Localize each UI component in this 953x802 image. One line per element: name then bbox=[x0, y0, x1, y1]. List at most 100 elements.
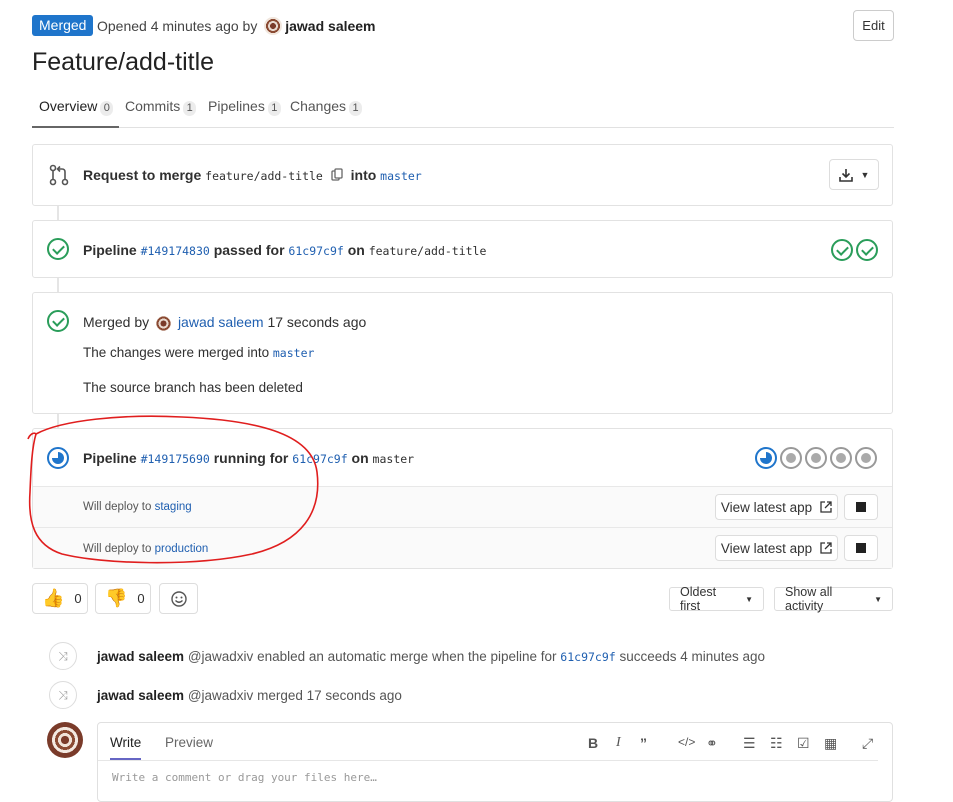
bullet-list-icon[interactable]: ☰ bbox=[743, 735, 756, 752]
stage-pending-icon[interactable] bbox=[805, 447, 827, 469]
merged-prefix: Merged by bbox=[83, 314, 150, 330]
tab-label: Changes bbox=[290, 98, 347, 114]
button-label: View latest app bbox=[720, 499, 813, 515]
timeline-connector bbox=[57, 278, 59, 293]
system-note: jawad saleem @jawadxiv enabled an automa… bbox=[97, 649, 765, 664]
sort-order-dropdown[interactable]: Oldest first ▼ bbox=[669, 585, 764, 613]
pipeline-text: Pipeline #149174830 passed for 61c97c9f … bbox=[83, 242, 486, 258]
note-handle[interactable]: @jawadxiv bbox=[188, 688, 253, 703]
add-reaction-button[interactable] bbox=[159, 583, 198, 614]
avatar[interactable] bbox=[264, 17, 283, 35]
activity-filter-label: Show all activity bbox=[785, 585, 833, 613]
merge-request-icon: ⤨ bbox=[49, 642, 77, 670]
merge-request-widget: Request to merge feature/add-title into … bbox=[32, 144, 893, 206]
thumbs-up-icon: 👍 bbox=[42, 588, 65, 608]
pipeline-status-text: passed for bbox=[213, 242, 285, 258]
tab-commits[interactable]: Commits 1 bbox=[125, 88, 197, 128]
avatar[interactable] bbox=[47, 722, 83, 758]
note-text-after: succeeds 4 minutes ago bbox=[619, 649, 766, 664]
merge-prefix: Request to merge bbox=[83, 167, 202, 183]
pipeline-widget-passed: Pipeline #149174830 passed for 61c97c9f … bbox=[32, 220, 893, 278]
thumbs-up-button[interactable]: 👍 0 bbox=[32, 583, 88, 614]
opened-info: Opened 4 minutes ago by jawad saleem bbox=[97, 17, 376, 35]
pipeline-branch[interactable]: feature/add-title bbox=[369, 244, 487, 258]
edit-button[interactable]: Edit bbox=[853, 10, 894, 41]
button-label: View latest app bbox=[720, 540, 813, 556]
comment-textarea[interactable]: Write a comment or drag your files here… bbox=[112, 771, 377, 784]
merge-into: into bbox=[350, 167, 377, 183]
merged-user-link[interactable]: jawad saleem bbox=[178, 314, 264, 330]
tab-overview[interactable]: Overview 0 bbox=[32, 88, 120, 128]
stage-success-icon[interactable] bbox=[831, 239, 853, 261]
comment-editor: Write Preview Write a comment or drag yo… bbox=[97, 722, 893, 802]
note-author[interactable]: jawad saleem bbox=[97, 649, 184, 664]
merged-widget: Merged by jawad saleem 17 seconds ago Th… bbox=[32, 292, 893, 414]
stage-running-icon[interactable] bbox=[755, 447, 777, 469]
chevron-down-icon: ▼ bbox=[745, 594, 753, 604]
quote-icon[interactable]: ” bbox=[640, 735, 647, 751]
status-badge: Merged bbox=[32, 15, 94, 36]
copy-icon[interactable] bbox=[331, 168, 343, 182]
view-latest-app-button[interactable]: View latest app bbox=[715, 535, 838, 561]
tab-pipelines[interactable]: Pipelines 1 bbox=[208, 88, 281, 128]
bold-icon[interactable]: B bbox=[588, 735, 598, 751]
note-commit-link[interactable]: 61c97c9f bbox=[560, 650, 615, 664]
thumbs-down-icon: 👎 bbox=[105, 588, 128, 608]
task-list-icon[interactable]: ☑ bbox=[797, 735, 810, 752]
success-status-icon[interactable] bbox=[47, 238, 69, 260]
merged-status-icon bbox=[47, 310, 69, 332]
tab-preview[interactable]: Preview bbox=[165, 735, 213, 750]
tab-count: 1 bbox=[183, 101, 197, 116]
italic-icon[interactable]: I bbox=[616, 735, 621, 751]
activity-filter-dropdown[interactable]: Show all activity ▼ bbox=[774, 585, 893, 613]
table-icon[interactable]: ▦ bbox=[824, 735, 837, 752]
numbered-list-icon[interactable]: ☷ bbox=[770, 735, 783, 752]
external-link-icon bbox=[820, 501, 832, 513]
editor-toolbar bbox=[98, 723, 878, 761]
page-title: Feature/add-title bbox=[32, 48, 215, 76]
merged-time: 17 seconds ago bbox=[267, 314, 367, 330]
download-icon bbox=[838, 168, 853, 182]
tab-label: Overview bbox=[39, 98, 98, 114]
tab-write[interactable]: Write bbox=[110, 735, 142, 760]
tab-bar: Overview 0 Commits 1 Pipelines 1 Changes 1 bbox=[32, 88, 894, 128]
merged-target-branch[interactable]: master bbox=[273, 346, 315, 360]
pipeline-label: Pipeline bbox=[83, 242, 137, 258]
tab-count: 1 bbox=[267, 101, 281, 116]
stage-pending-icon[interactable] bbox=[780, 447, 802, 469]
author-link[interactable]: jawad saleem bbox=[285, 18, 375, 34]
merged-into-prefix: The changes were merged into bbox=[83, 345, 270, 360]
tab-label: Pipelines bbox=[208, 98, 265, 114]
code-icon[interactable]: </> bbox=[678, 735, 695, 749]
download-dropdown-button[interactable]: ▼ bbox=[829, 159, 879, 190]
note-text: enabled an automatic merge when the pipe… bbox=[257, 649, 557, 664]
fullscreen-icon[interactable]: ⤢ bbox=[862, 735, 873, 752]
stop-icon bbox=[856, 543, 866, 553]
branch-deleted-text: The source branch has been deleted bbox=[83, 380, 303, 395]
note-handle[interactable]: @jawadxiv bbox=[188, 649, 253, 664]
target-branch[interactable]: master bbox=[380, 169, 422, 183]
stage-pending-icon[interactable] bbox=[830, 447, 852, 469]
stop-environment-button[interactable] bbox=[844, 494, 878, 520]
system-note: jawad saleem @jawadxiv merged 17 seconds… bbox=[97, 688, 402, 703]
merged-into-text: The changes were merged into master bbox=[83, 345, 314, 360]
external-link-icon bbox=[820, 542, 832, 554]
pipeline-on: on bbox=[347, 242, 365, 258]
view-latest-app-button[interactable]: View latest app bbox=[715, 494, 838, 520]
commit-link[interactable]: 61c97c9f bbox=[288, 244, 343, 258]
link-icon[interactable]: ⚭ bbox=[706, 735, 718, 752]
smiley-icon bbox=[170, 590, 187, 607]
note-author[interactable]: jawad saleem bbox=[97, 688, 184, 703]
thumbs-down-button[interactable]: 👎 0 bbox=[95, 583, 151, 614]
tab-label: Commits bbox=[125, 98, 181, 114]
note-text: merged 17 seconds ago bbox=[257, 688, 402, 703]
stage-success-icon[interactable] bbox=[856, 239, 878, 261]
stop-environment-button[interactable] bbox=[844, 535, 878, 561]
source-branch[interactable]: feature/add-title bbox=[205, 169, 323, 183]
tab-count: 0 bbox=[100, 101, 114, 116]
tab-changes[interactable]: Changes 1 bbox=[290, 88, 363, 128]
pipeline-id-link[interactable]: #149174830 bbox=[141, 244, 210, 258]
stage-pending-icon[interactable] bbox=[855, 447, 877, 469]
pipeline-branch[interactable]: master bbox=[373, 452, 415, 466]
avatar[interactable] bbox=[156, 316, 172, 331]
